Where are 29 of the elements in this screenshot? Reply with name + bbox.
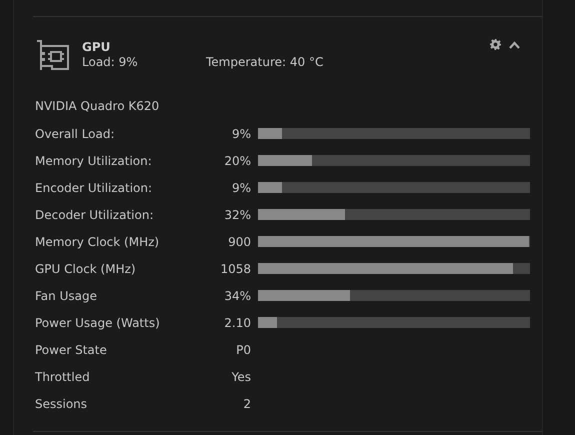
metric-label: Decoder Utilization: bbox=[35, 206, 154, 224]
metric-label: Overall Load: bbox=[35, 126, 116, 142]
metric-label: Sessions bbox=[35, 396, 88, 412]
metric-value: P0 bbox=[235, 342, 251, 358]
metric-value: 1058 bbox=[219, 260, 251, 278]
temperature-text: Temperature: 40 °C bbox=[206, 54, 324, 70]
section-title: GPU bbox=[82, 40, 112, 54]
graphics-card-icon bbox=[36, 40, 70, 72]
metric-value: 34% bbox=[223, 288, 251, 304]
settings-icon[interactable] bbox=[490, 39, 501, 50]
metric-value: 2 bbox=[242, 396, 251, 412]
metric-value: 32% bbox=[223, 206, 251, 224]
metric-label: Encoder Utilization: bbox=[35, 180, 154, 196]
metric-label: Power Usage (Watts) bbox=[35, 314, 161, 332]
metric-value: 9% bbox=[230, 126, 251, 142]
metric-label: GPU Clock (MHz) bbox=[35, 260, 137, 278]
metric-label: Memory Utilization: bbox=[35, 152, 153, 170]
metric-label: Memory Clock (MHz) bbox=[35, 234, 160, 250]
metric-label: Power State bbox=[35, 342, 108, 358]
metric-value: Yes bbox=[230, 368, 251, 386]
metric-label: Throttled bbox=[35, 368, 91, 386]
metric-label: Fan Usage bbox=[35, 288, 98, 304]
metric-value: 2.10 bbox=[223, 314, 251, 332]
metric-value: 20% bbox=[223, 152, 251, 170]
metric-value: 900 bbox=[227, 234, 251, 250]
load-text: Load: 9% bbox=[82, 54, 139, 70]
metric-value: 9% bbox=[230, 180, 251, 196]
collapse-icon[interactable] bbox=[509, 40, 520, 48]
device-name: NVIDIA Quadro K620 bbox=[34, 98, 160, 114]
